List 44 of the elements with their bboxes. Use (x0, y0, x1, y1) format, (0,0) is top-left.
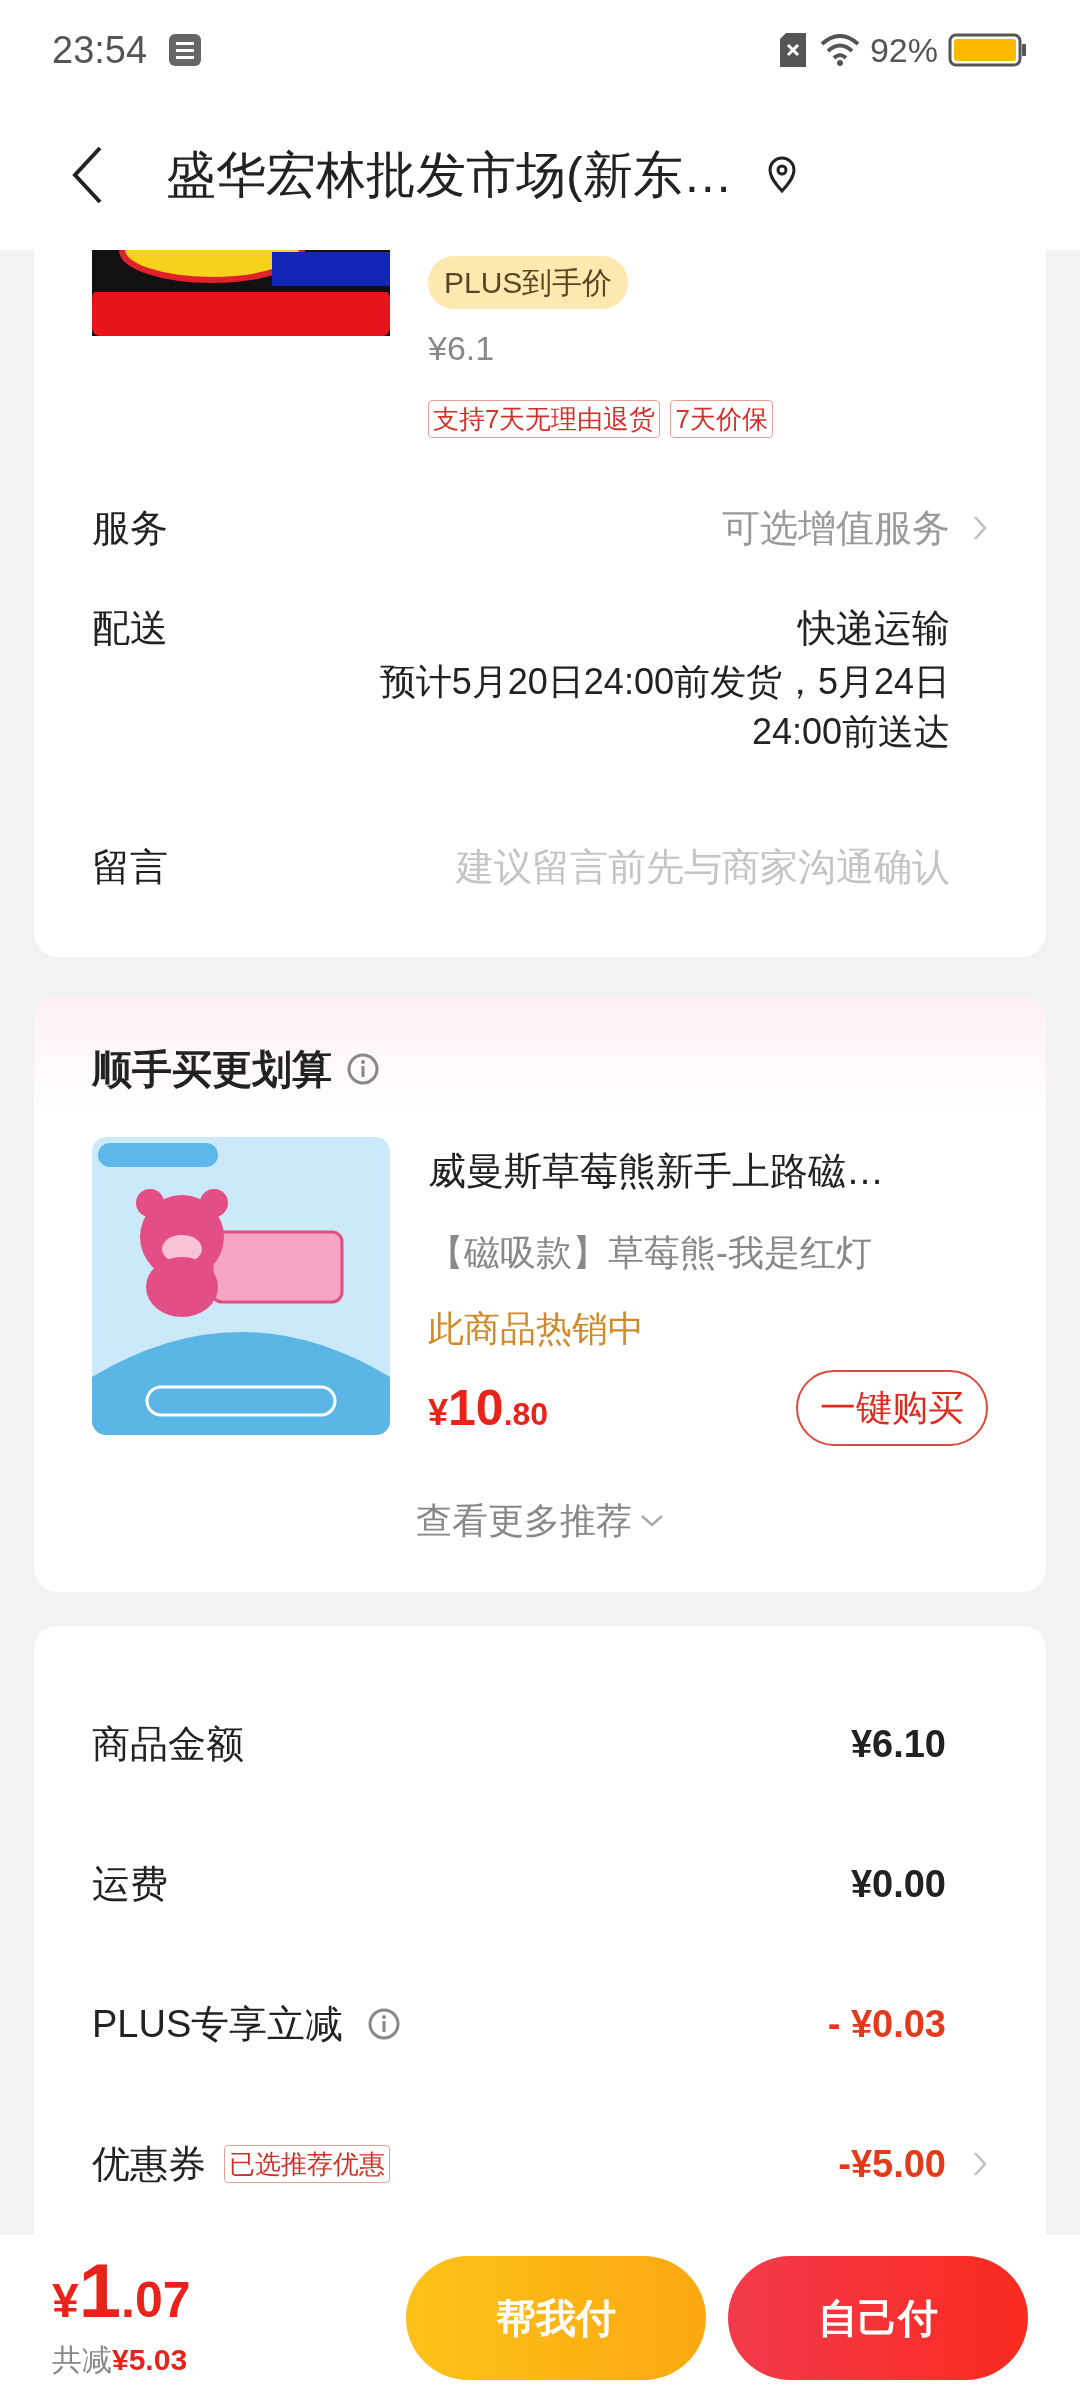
chevron-right-icon (972, 2150, 988, 2178)
see-more-link[interactable]: 查看更多推荐 (416, 1494, 632, 1548)
header-title: 盛华宏林批发市场(新东… (166, 145, 733, 205)
sim-icon (779, 33, 806, 67)
product-variant: 【磁吸款】草莓熊-我是红灯 (428, 1231, 873, 1275)
value-added-service-link[interactable]: 可选增值服务 (722, 499, 950, 557)
total-discount: 共减¥5.03 (52, 2342, 189, 2378)
summary-amount: -¥5.00 (838, 2141, 946, 2187)
recommend-title: 顺手买更划算 (92, 1046, 332, 1093)
location-pin-icon[interactable] (766, 156, 797, 194)
chevron-down-icon (640, 1514, 664, 1528)
summary-label: 商品金额 (92, 1721, 244, 1767)
delivery-method: 快递运输 (798, 606, 950, 651)
battery-percent: 92% (869, 29, 938, 71)
pay-myself-button[interactable]: 自己付 (728, 2255, 1028, 2380)
status-time: 23:54 (52, 27, 148, 73)
summary-label: 运费 (92, 1861, 168, 1907)
one-click-buy-button[interactable]: 一键购买 (796, 1370, 988, 1446)
service-tag: 支持7天无理由退货 (428, 400, 661, 438)
info-icon[interactable] (346, 1052, 380, 1086)
summary-label: 优惠券 (92, 2141, 206, 2187)
summary-label: PLUS专享立减 (92, 2001, 344, 2047)
summary-amount: ¥6.10 (850, 1721, 946, 1767)
service-tag: 7天价保 (670, 400, 773, 438)
chevron-right-icon (972, 514, 988, 542)
summary-amount: ¥0.00 (850, 1861, 946, 1907)
hot-sale-note: 此商品热销中 (428, 1307, 645, 1351)
delivery-estimate: 预计5月20日24:00前发货，5月24日 (379, 660, 950, 704)
delivery-estimate: 24:00前送达 (751, 710, 950, 754)
battery-icon (948, 33, 1028, 67)
coupon-tag: 已选推荐优惠 (224, 2145, 390, 2183)
detail-label: 留言 (92, 844, 168, 890)
product-name[interactable]: 威曼斯草莓熊新手上路磁… (428, 1143, 988, 1200)
wifi-icon (819, 34, 860, 66)
summary-amount: - ¥0.03 (827, 2001, 946, 2047)
total-price: ¥1.07 (52, 2253, 192, 2329)
plus-price-badge: PLUS到手价 (428, 256, 629, 309)
back-icon[interactable] (70, 145, 104, 205)
detail-label: 服务 (92, 505, 168, 551)
item-price: ¥6.1 (428, 328, 496, 369)
message-input[interactable]: 建议留言前先与商家沟通确认 (168, 838, 988, 896)
detail-label: 配送 (92, 606, 168, 651)
info-icon[interactable] (367, 2007, 402, 2041)
product-price: ¥10.80 (428, 1378, 549, 1438)
